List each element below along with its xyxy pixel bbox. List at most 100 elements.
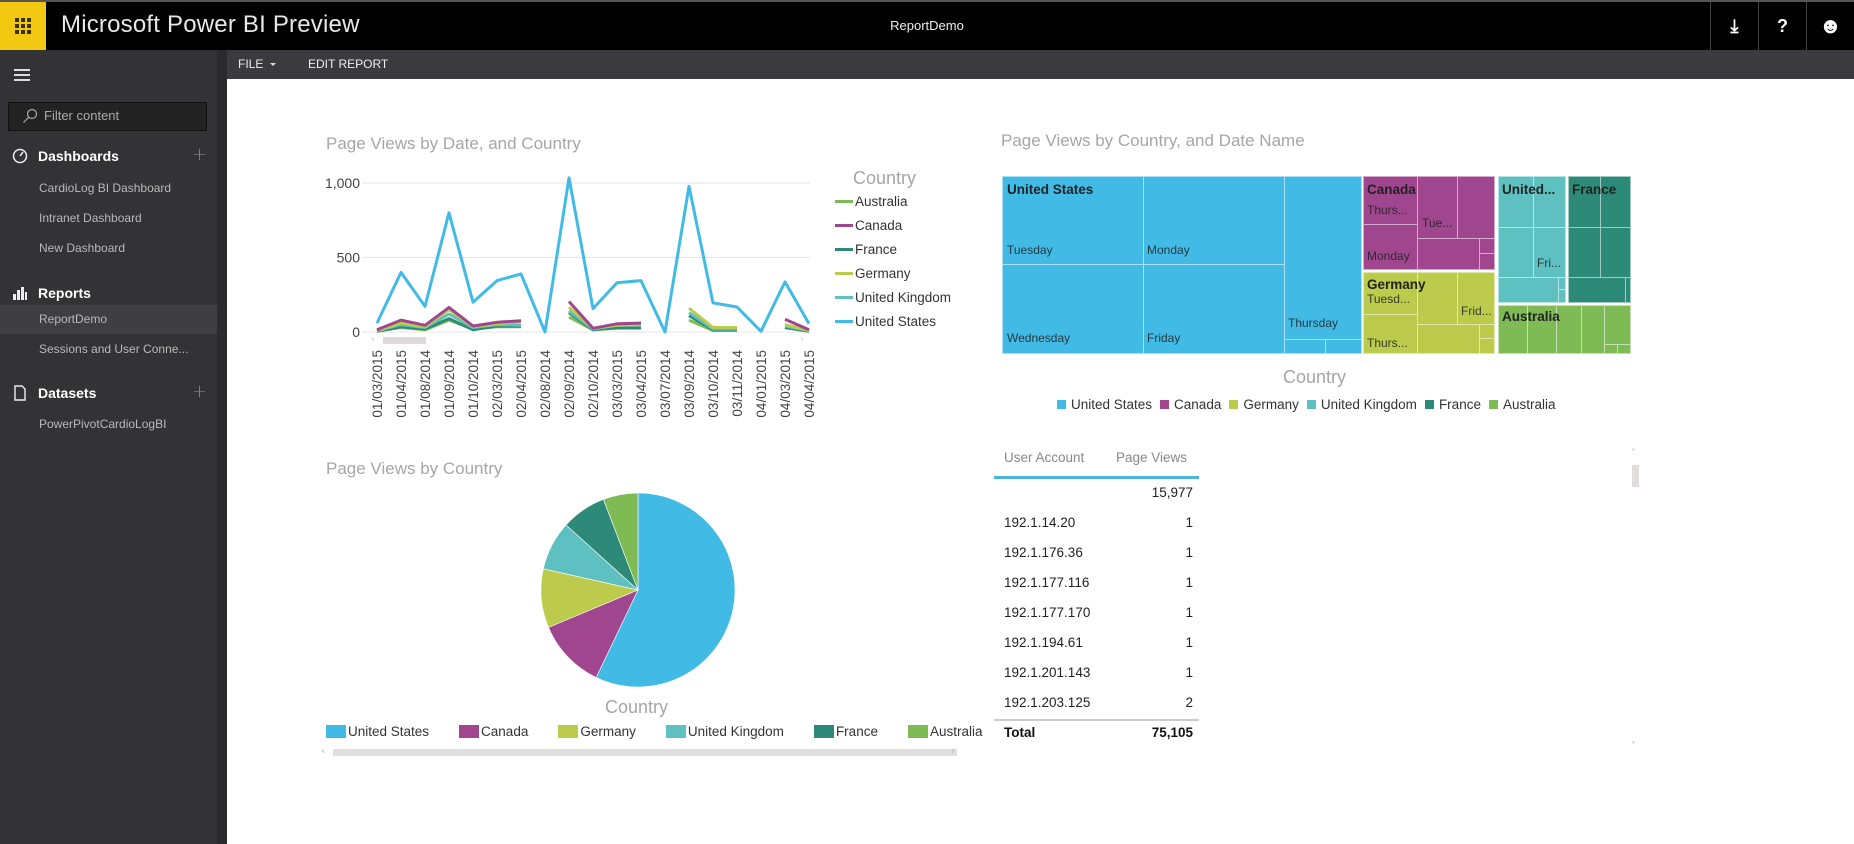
column-header-user-account[interactable]: User Account (1004, 450, 1084, 465)
legend-label: Canada (855, 218, 903, 233)
series-line-united-states (375, 176, 811, 334)
legend-item-united-kingdom[interactable]: United Kingdom (665, 724, 784, 739)
table-row[interactable]: 192.1.177.170 1 (994, 599, 1199, 629)
table-scroll-down-icon[interactable]: ˅ (1631, 741, 1636, 752)
treemap-cell-australia[interactable] (1604, 344, 1618, 354)
treemap-cell-australia[interactable] (1581, 305, 1605, 354)
table-header: User Account Page Views (994, 446, 1199, 479)
legend-label: Canada (481, 724, 529, 739)
treemap-cell-france[interactable] (1568, 277, 1626, 303)
scroll-left-icon[interactable]: ‹ (321, 746, 325, 757)
pie-legend-scrollbar[interactable] (333, 749, 957, 756)
treemap-cell-france[interactable] (1600, 227, 1631, 278)
line-chart[interactable]: 0 500 1,000 01/03/2015 01/04/2015 01/08/2014 0… (0, 0, 1854, 844)
treemap-cell-us-small[interactable] (1325, 339, 1362, 354)
pie-legend-title: Country (605, 697, 669, 717)
treemap-cell-uk[interactable] (1498, 227, 1534, 278)
legend-item-united-kingdom[interactable]: United Kingdom (1306, 397, 1417, 412)
x-tick-label: 01/09/2014 (442, 350, 457, 418)
legend-item-australia[interactable]: Australia (907, 724, 983, 739)
treemap-group-label-france: France (1572, 182, 1617, 197)
page-views-cell: 1 (1185, 635, 1193, 650)
treemap-cell-label: Tuesd... (1367, 292, 1410, 306)
pie-chart-title: Page Views by Country (326, 459, 503, 478)
treemap-cell-uk[interactable] (1558, 289, 1566, 303)
x-tick-label: 03/09/2014 (682, 350, 697, 418)
table-row[interactable]: 192.1.14.20 1 (994, 509, 1199, 539)
pie-chart[interactable] (530, 482, 750, 698)
total-label: Total (1004, 725, 1036, 740)
legend-item-canada[interactable]: Canada (459, 724, 528, 739)
table-scroll-up-icon[interactable]: ˄ (1631, 448, 1636, 459)
legend-item-france[interactable]: France (1424, 397, 1481, 412)
legend-item-germany[interactable]: Germany (1229, 397, 1299, 412)
legend-swatch (1306, 400, 1316, 409)
y-tick-label: 1,000 (325, 175, 360, 191)
legend-item-united-states[interactable]: United States (326, 724, 429, 739)
table-scrollbar-thumb[interactable] (1632, 465, 1639, 487)
treemap-cell-germany[interactable] (1479, 338, 1495, 354)
treemap-cell-france[interactable] (1568, 227, 1601, 278)
treemap-cell-canada-monday[interactable] (1363, 224, 1418, 270)
legend-label: United Kingdom (855, 290, 952, 305)
x-tick-label: 03/07/2014 (658, 350, 673, 418)
treemap-cell-label: Friday (1147, 331, 1181, 345)
legend-item-united-states[interactable]: United States (1057, 397, 1152, 412)
legend-item-australia[interactable]: Australia (835, 194, 908, 209)
legend-item-germany[interactable]: Germany (835, 266, 911, 281)
page-views-cell: 1 (1185, 545, 1193, 560)
table-row[interactable]: 192.1.194.61 1 (994, 629, 1199, 659)
legend-item-france[interactable]: France (835, 242, 897, 257)
legend-item-australia[interactable]: Australia (1488, 397, 1556, 412)
pie-chart-legend: United States Canada Germany United Kingdom… (326, 724, 983, 739)
legend-item-united-states[interactable]: United States (835, 314, 936, 329)
line-legend-title: Country (853, 168, 917, 188)
table-row[interactable]: 192.1.176.36 1 (994, 539, 1199, 569)
treemap-cell-germany[interactable] (1479, 324, 1495, 339)
treemap-legend-title: Country (1283, 367, 1347, 387)
treemap-cell-france[interactable] (1625, 277, 1631, 303)
legend-item-united-kingdom[interactable]: United Kingdom (835, 290, 951, 305)
treemap-cell-australia[interactable] (1604, 305, 1631, 345)
treemap-cell-canada[interactable] (1479, 238, 1495, 254)
legend-item-germany[interactable]: Germany (558, 724, 636, 739)
treemap-group-label-us: United States (1007, 182, 1094, 197)
treemap-cell-label: Thurs... (1367, 336, 1408, 350)
treemap-cell-label: Monday (1367, 249, 1410, 263)
treemap-cell-canada[interactable] (1457, 176, 1495, 239)
treemap-cell-label: Thursday (1288, 316, 1339, 330)
table-row[interactable]: 15,977 (994, 479, 1199, 509)
treemap-cell-australia[interactable] (1617, 344, 1631, 354)
column-header-page-views[interactable]: Page Views (1116, 450, 1187, 465)
treemap-cell-us-small[interactable] (1284, 339, 1326, 354)
treemap-cell-germany[interactable] (1417, 324, 1480, 354)
treemap-cell-canada[interactable] (1417, 238, 1480, 270)
x-tick-label: 03/11/2014 (730, 350, 745, 417)
scroll-right-icon[interactable]: › (951, 746, 955, 757)
treemap-legend: United States Canada Germany United Kingdom… (1057, 397, 1556, 412)
legend-item-france[interactable]: France (813, 724, 878, 739)
treemap-cell-canada[interactable] (1479, 253, 1495, 270)
legend-swatch (1229, 400, 1239, 409)
legend-swatch (459, 725, 480, 738)
user-account-cell: 192.1.177.170 (1004, 605, 1091, 620)
treemap-cell-label: Fri... (1537, 256, 1561, 270)
user-account-cell: 192.1.14.20 (1004, 515, 1076, 530)
table-row[interactable]: 192.1.203.125 2 (994, 689, 1199, 719)
x-tick-label: 02/08/2014 (538, 350, 553, 418)
x-tick-label: 03/10/2014 (706, 350, 721, 418)
legend-item-canada[interactable]: Canada (1160, 397, 1221, 412)
table-row[interactable]: 192.1.177.116 1 (994, 569, 1199, 599)
x-tick-label: 04/03/2015 (778, 350, 793, 418)
x-axis-scrollbar-thumb (383, 337, 426, 344)
treemap-cell-uk-friday[interactable] (1533, 227, 1566, 278)
table-row[interactable]: 192.1.201.143 1 (994, 659, 1199, 689)
page-views-cell: 1 (1185, 605, 1193, 620)
legend-label: Australia (855, 194, 908, 209)
treemap-cell-uk[interactable] (1498, 277, 1559, 303)
page-views-cell: 2 (1185, 695, 1193, 710)
legend-item-canada[interactable]: Canada (835, 218, 902, 233)
treemap-cell-label: Tuesday (1007, 243, 1053, 257)
y-tick-label: 0 (352, 324, 360, 340)
legend-swatch (835, 224, 853, 227)
